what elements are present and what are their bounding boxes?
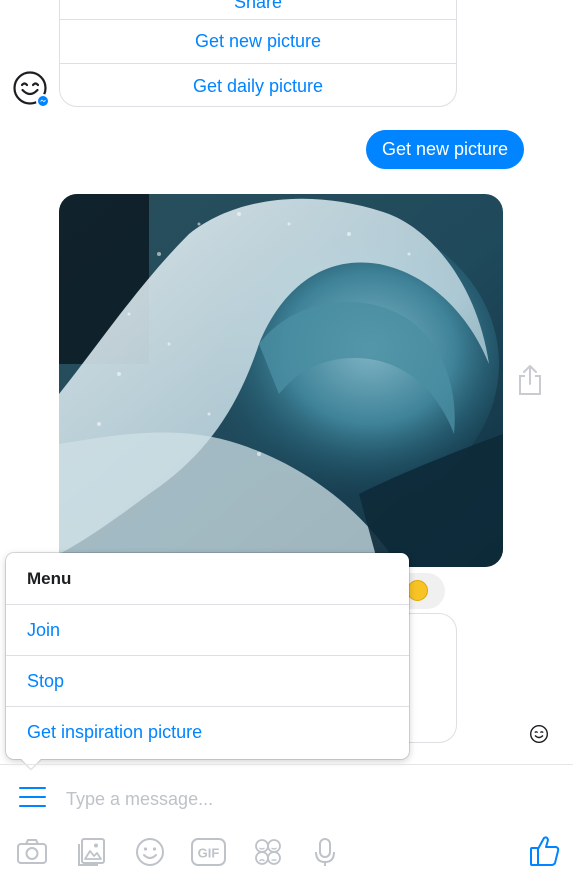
menu-item-get-inspiration-picture[interactable]: Get inspiration picture bbox=[6, 707, 409, 758]
persistent-menu: Menu Join Stop Get inspiration picture bbox=[6, 553, 409, 769]
gallery-button[interactable] bbox=[76, 836, 108, 868]
emoji-reaction-icon[interactable] bbox=[529, 724, 549, 744]
camera-icon bbox=[17, 839, 47, 864]
gif-icon: GIF bbox=[191, 838, 226, 866]
menu-item-join[interactable]: Join bbox=[6, 605, 409, 656]
menu-item-label: Join bbox=[27, 619, 61, 640]
quick-reply-share[interactable]: Share bbox=[60, 0, 456, 20]
message-input[interactable] bbox=[66, 784, 526, 814]
menu-toggle-button[interactable] bbox=[19, 787, 46, 809]
menu-item-label: Get inspiration picture bbox=[27, 722, 203, 742]
gif-button[interactable]: GIF bbox=[191, 836, 227, 868]
thumbs-up-button[interactable] bbox=[529, 834, 561, 866]
wave-image-graphic bbox=[59, 194, 503, 567]
wave-picture[interactable] bbox=[59, 194, 503, 567]
stickers-button[interactable] bbox=[252, 836, 284, 868]
emoji-button[interactable] bbox=[134, 836, 166, 868]
composer-divider bbox=[0, 764, 573, 765]
menu-item-label: Stop bbox=[27, 670, 65, 691]
quick-reply-label: Get daily picture bbox=[192, 75, 324, 96]
bot-avatar[interactable] bbox=[12, 70, 50, 108]
gallery-icon bbox=[78, 838, 105, 866]
share-button[interactable] bbox=[516, 364, 544, 396]
menu-item-stop[interactable]: Stop bbox=[6, 656, 409, 707]
quick-reply-card: Share Get new picture Get daily picture bbox=[59, 0, 457, 107]
messenger-badge-icon bbox=[36, 94, 50, 108]
quick-reply-label: Share bbox=[233, 0, 283, 12]
user-message-bubble[interactable]: Get new picture bbox=[366, 130, 525, 169]
stickers-icon bbox=[255, 839, 281, 865]
emoji-icon bbox=[136, 838, 164, 866]
user-message-text: Get new picture bbox=[382, 139, 509, 159]
hamburger-icon bbox=[19, 787, 46, 807]
quick-reply-get-daily-picture[interactable]: Get daily picture bbox=[60, 64, 456, 106]
quick-reply-get-new-picture[interactable]: Get new picture bbox=[60, 20, 456, 64]
menu-title: Menu bbox=[6, 553, 409, 605]
camera-button[interactable] bbox=[16, 836, 48, 868]
smile-reaction-icon[interactable] bbox=[407, 580, 428, 601]
svg-text:GIF: GIF bbox=[198, 846, 220, 861]
microphone-button[interactable] bbox=[309, 836, 341, 868]
share-icon bbox=[519, 365, 541, 395]
thumbs-up-icon bbox=[530, 836, 560, 866]
microphone-icon bbox=[315, 838, 335, 866]
quick-reply-label: Get new picture bbox=[194, 31, 322, 51]
